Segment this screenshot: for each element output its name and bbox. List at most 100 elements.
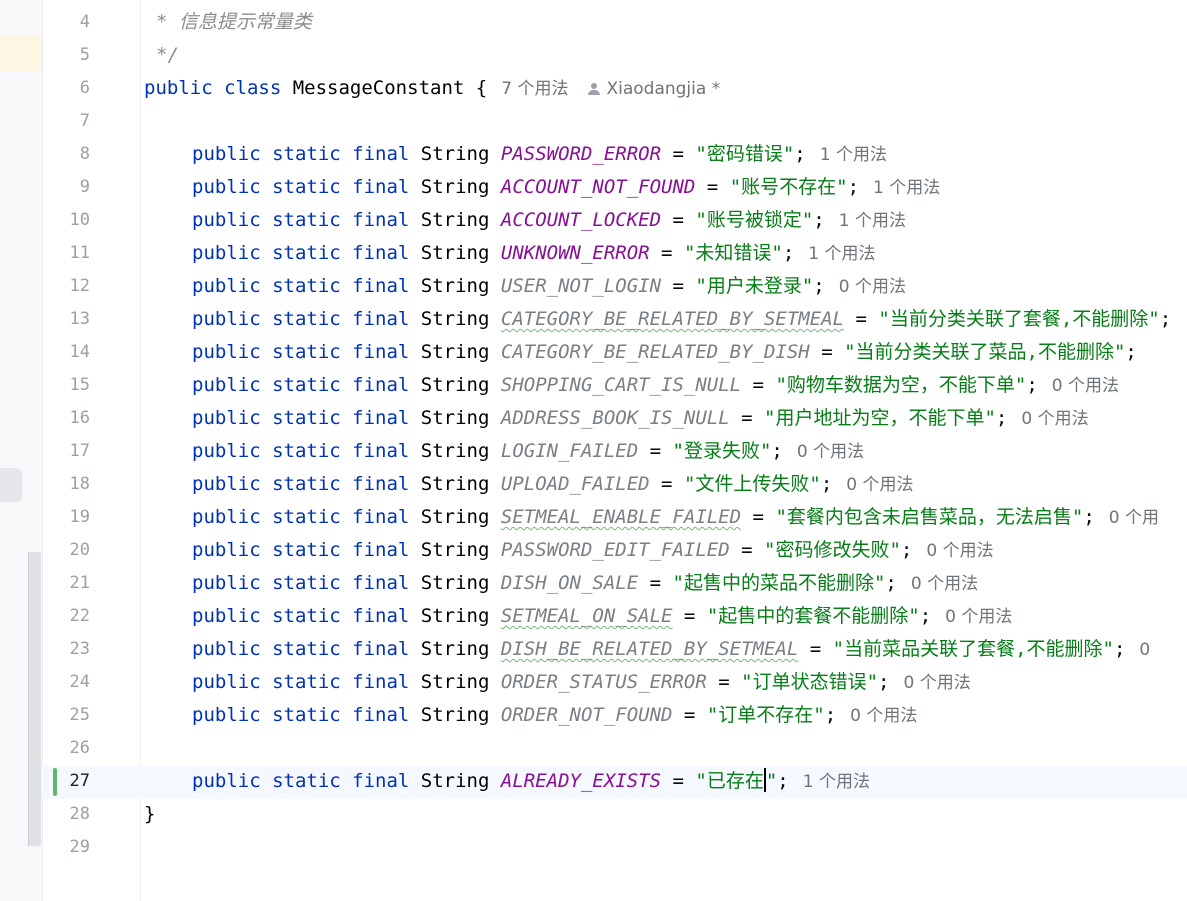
code-text[interactable]: * 信息提示常量类 xyxy=(156,6,312,39)
code-text[interactable]: public static final String ORDER_STATUS_… xyxy=(192,666,971,700)
tool-strip-scrollbar[interactable] xyxy=(28,552,41,846)
code-line[interactable]: 27 public static final String ALREADY_EXI… xyxy=(42,765,1187,798)
code-line[interactable]: 29 xyxy=(42,831,1187,864)
usages-hint[interactable]: 1 个用法 xyxy=(789,772,870,792)
code-text[interactable]: */ xyxy=(156,39,179,72)
code-line[interactable]: 24 public static final String ORDER_STATU… xyxy=(42,666,1187,699)
constant-name[interactable]: PASSWORD_EDIT_FAILED xyxy=(501,539,730,561)
line-number[interactable]: 14 xyxy=(42,336,90,369)
usages-hint[interactable]: 0 xyxy=(1125,640,1150,660)
code-text[interactable]: public static final String ACCOUNT_LOCKE… xyxy=(192,204,906,238)
code-line[interactable]: 13 public static final String CATEGORY_BE… xyxy=(42,303,1187,336)
usages-hint[interactable]: 0 个用法 xyxy=(897,574,978,594)
line-number[interactable]: 27 xyxy=(42,765,90,798)
code-text[interactable]: public static final String ORDER_NOT_FOU… xyxy=(192,699,917,733)
constant-name[interactable]: ALREADY_EXISTS xyxy=(501,770,661,792)
line-number[interactable]: 29 xyxy=(42,831,90,864)
code-text[interactable]: public class MessageConstant {7 个用法 Xiaod… xyxy=(144,72,720,106)
constant-name[interactable]: USER_NOT_LOGIN xyxy=(501,275,661,297)
code-line[interactable]: 5 */ xyxy=(42,39,1187,72)
line-number[interactable]: 24 xyxy=(42,666,90,699)
code-line[interactable]: 15 public static final String SHOPPING_CA… xyxy=(42,369,1187,402)
code-text[interactable]: public static final String PASSWORD_ERRO… xyxy=(192,138,887,172)
code-text[interactable]: public static final String PASSWORD_EDIT… xyxy=(192,534,994,568)
code-line[interactable]: 14 public static final String CATEGORY_BE… xyxy=(42,336,1187,369)
code-line[interactable]: 19 public static final String SETMEAL_ENA… xyxy=(42,501,1187,534)
constant-name[interactable]: ACCOUNT_NOT_FOUND xyxy=(501,176,695,198)
line-number[interactable]: 28 xyxy=(42,798,90,831)
usages-hint[interactable]: 0 个用 xyxy=(1095,508,1159,528)
constant-name[interactable]: CATEGORY_BE_RELATED_BY_SETMEAL xyxy=(501,308,844,330)
code-text[interactable]: public static final String ALREADY_EXIST… xyxy=(192,765,870,799)
code-text[interactable]: public static final String LOGIN_FAILED … xyxy=(192,435,864,469)
line-number[interactable]: 11 xyxy=(42,237,90,270)
class-name[interactable]: MessageConstant xyxy=(293,77,465,99)
constant-name[interactable]: CATEGORY_BE_RELATED_BY_DISH xyxy=(501,341,810,363)
constant-name[interactable]: DISH_ON_SALE xyxy=(501,572,638,594)
line-number[interactable]: 17 xyxy=(42,435,90,468)
code-line[interactable]: 17 public static final String LOGIN_FAILE… xyxy=(42,435,1187,468)
class-usages-hint[interactable]: 7 个用法 xyxy=(487,79,568,99)
code-line[interactable]: 12 public static final String USER_NOT_LO… xyxy=(42,270,1187,303)
constant-name[interactable]: UNKNOWN_ERROR xyxy=(501,242,650,264)
code-line[interactable]: 22 public static final String SETMEAL_ON_… xyxy=(42,600,1187,633)
usages-hint[interactable]: 0 个用法 xyxy=(1038,376,1119,396)
constant-name[interactable]: SETMEAL_ON_SALE xyxy=(501,605,673,627)
code-text[interactable]: public static final String CATEGORY_BE_R… xyxy=(192,336,1151,370)
code-text[interactable]: public static final String UPLOAD_FAILED… xyxy=(192,468,914,502)
code-line[interactable]: 4 * 信息提示常量类 xyxy=(42,6,1187,39)
code-text[interactable]: public static final String DISH_ON_SALE … xyxy=(192,567,978,601)
code-text[interactable]: public static final String DISH_BE_RELAT… xyxy=(192,633,1150,667)
line-number[interactable]: 23 xyxy=(42,633,90,666)
constant-name[interactable]: ADDRESS_BOOK_IS_NULL xyxy=(501,407,730,429)
usages-hint[interactable]: 0 个用法 xyxy=(912,541,993,561)
line-number[interactable]: 16 xyxy=(42,402,90,435)
usages-hint[interactable]: 1 个用法 xyxy=(794,244,875,264)
code-text[interactable]: public static final String SHOPPING_CART… xyxy=(192,369,1119,403)
code-text[interactable]: public static final String ADDRESS_BOOK_… xyxy=(192,402,1089,436)
code-text[interactable]: public static final String USER_NOT_LOGI… xyxy=(192,270,906,304)
line-number[interactable]: 19 xyxy=(42,501,90,534)
usages-hint[interactable]: 0 个用法 xyxy=(889,673,970,693)
code-text[interactable]: public static final String SETMEAL_ENABL… xyxy=(192,501,1159,535)
code-line[interactable]: 8 public static final String PASSWORD_ERR… xyxy=(42,138,1187,171)
code-text[interactable]: } xyxy=(144,798,155,831)
code-line[interactable]: 25 public static final String ORDER_NOT_F… xyxy=(42,699,1187,732)
line-number[interactable]: 9 xyxy=(42,171,90,204)
constant-name[interactable]: ACCOUNT_LOCKED xyxy=(501,209,661,231)
line-number[interactable]: 18 xyxy=(42,468,90,501)
usages-hint[interactable]: 0 个用法 xyxy=(1007,409,1088,429)
usages-hint[interactable]: 0 个用法 xyxy=(836,706,917,726)
usages-hint[interactable]: 0 个用法 xyxy=(825,277,906,297)
line-number[interactable]: 7 xyxy=(42,105,90,138)
code-line[interactable]: 10 public static final String ACCOUNT_LOC… xyxy=(42,204,1187,237)
constant-name[interactable]: DISH_BE_RELATED_BY_SETMEAL xyxy=(501,638,798,660)
usages-hint[interactable]: 1 个用法 xyxy=(825,211,906,231)
constant-name[interactable]: UPLOAD_FAILED xyxy=(501,473,650,495)
code-line[interactable]: 6 public class MessageConstant {7 个用法 Xiao… xyxy=(42,72,1187,105)
line-number[interactable]: 10 xyxy=(42,204,90,237)
code-text[interactable]: public static final String SETMEAL_ON_SA… xyxy=(192,600,1012,634)
constant-name[interactable]: ORDER_STATUS_ERROR xyxy=(501,671,707,693)
line-number[interactable]: 5 xyxy=(42,39,90,72)
code-line[interactable]: 16 public static final String ADDRESS_BOO… xyxy=(42,402,1187,435)
line-number[interactable]: 15 xyxy=(42,369,90,402)
usages-hint[interactable]: 0 个用法 xyxy=(931,607,1012,627)
line-number[interactable]: 22 xyxy=(42,600,90,633)
code-text[interactable]: public static final String ACCOUNT_NOT_F… xyxy=(192,171,940,205)
usages-hint[interactable]: 0 个用法 xyxy=(832,475,913,495)
line-number[interactable]: 6 xyxy=(42,72,90,105)
line-number[interactable]: 4 xyxy=(42,6,90,39)
code-line[interactable]: 26 xyxy=(42,732,1187,765)
code-line[interactable]: 28} xyxy=(42,798,1187,831)
line-number[interactable]: 13 xyxy=(42,303,90,336)
line-number[interactable]: 26 xyxy=(42,732,90,765)
constant-name[interactable]: ORDER_NOT_FOUND xyxy=(501,704,673,726)
code-text[interactable]: public static final String CATEGORY_BE_R… xyxy=(192,303,1185,337)
line-number[interactable]: 20 xyxy=(42,534,90,567)
constant-name[interactable]: PASSWORD_ERROR xyxy=(501,143,661,165)
usages-hint[interactable]: 0 个用法 xyxy=(783,442,864,462)
code-line[interactable]: 23 public static final String DISH_BE_REL… xyxy=(42,633,1187,666)
constant-name[interactable]: LOGIN_FAILED xyxy=(501,440,638,462)
constant-name[interactable]: SHOPPING_CART_IS_NULL xyxy=(501,374,741,396)
